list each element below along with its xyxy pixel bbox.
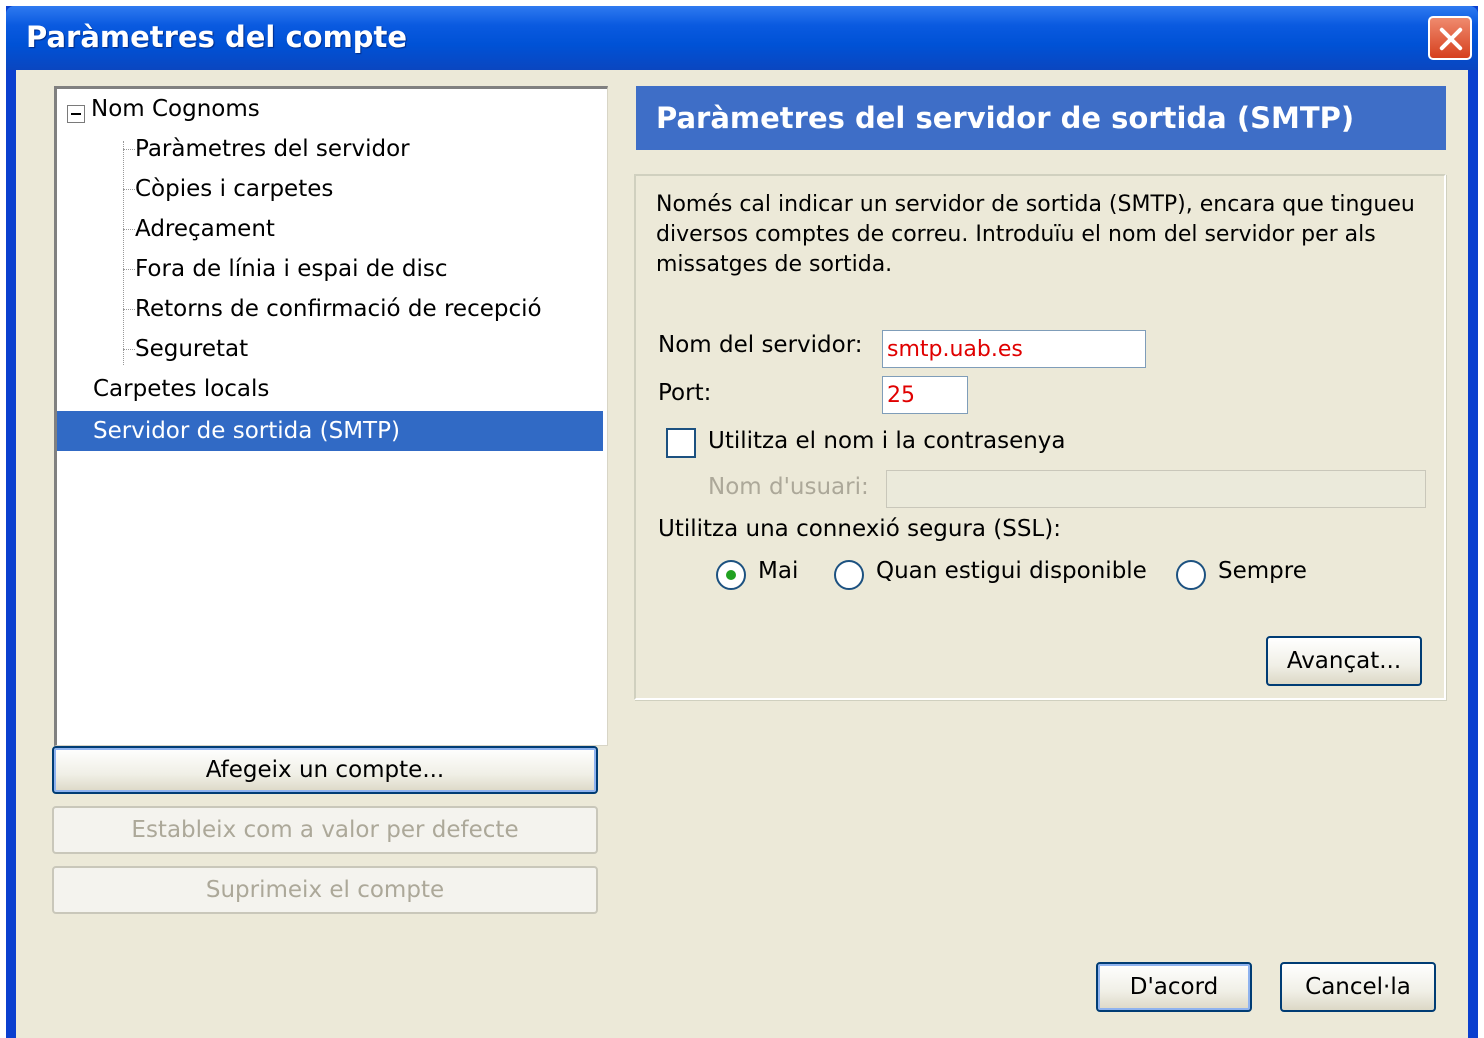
tree-item-return-receipts[interactable]: Retorns de confirmació de recepció — [135, 289, 542, 329]
tree-item-label: Paràmetres del servidor — [135, 136, 410, 162]
ssl-when-available-label: Quan estigui disponible — [876, 558, 1147, 584]
collapse-icon[interactable] — [67, 105, 85, 123]
tree-item-local-folders[interactable]: Carpetes locals — [93, 369, 269, 409]
tree-item-label: Servidor de sortida (SMTP) — [93, 418, 400, 444]
ssl-never-label: Mai — [758, 558, 799, 584]
title-bar[interactable]: Paràmetres del compte — [6, 6, 1478, 70]
server-name-label: Nom del servidor: — [658, 332, 863, 358]
tree-item-copies-folders[interactable]: Còpies i carpetes — [135, 169, 333, 209]
tree-connector — [123, 189, 135, 190]
add-account-button[interactable]: Afegeix un compte... — [52, 746, 598, 794]
tree-item-label: Còpies i carpetes — [135, 176, 334, 202]
tree-connector — [123, 309, 135, 310]
tree-item-label: Adreçament — [135, 216, 275, 242]
tree-connector — [123, 349, 135, 350]
panel-header: Paràmetres del servidor de sortida (SMTP… — [636, 86, 1446, 150]
button-label: Suprimeix el compte — [205, 877, 445, 903]
ssl-label: Utilitza una connexió segura (SSL): — [658, 516, 1061, 542]
tree-item-label: Seguretat — [135, 336, 249, 362]
port-label: Port: — [658, 380, 712, 406]
description-text: Només cal indicar un servidor de sortida… — [656, 192, 1415, 277]
advanced-button[interactable]: Avançat... — [1266, 636, 1422, 686]
button-label: Cancel·la — [1305, 974, 1411, 1000]
tree-connector — [123, 269, 135, 270]
ssl-always-label: Sempre — [1218, 558, 1307, 584]
smtp-settings-group: Només cal indicar un servidor de sortida… — [634, 174, 1446, 700]
tree-item-smtp[interactable]: Servidor de sortida (SMTP) — [57, 411, 603, 451]
button-label: Estableix com a valor per defecte — [131, 817, 519, 843]
server-name-input[interactable] — [882, 330, 1146, 368]
username-label: Nom d'usuari: — [708, 474, 869, 500]
tree-item-label: Carpetes locals — [93, 376, 270, 402]
ok-button[interactable]: D'acord — [1096, 962, 1252, 1012]
tree-connector — [123, 141, 124, 365]
tree-item-label: Retorns de confirmació de recepció — [135, 296, 542, 322]
cancel-button[interactable]: Cancel·la — [1280, 962, 1436, 1012]
close-icon[interactable] — [1428, 16, 1472, 60]
button-label: D'acord — [1129, 974, 1219, 1000]
tree-item-label: Fora de línia i espai de disc — [135, 256, 448, 282]
use-auth-checkbox[interactable] — [666, 428, 696, 458]
tree-connector — [123, 149, 135, 150]
tree-connector — [123, 229, 135, 230]
use-auth-label: Utilitza el nom i la contrasenya — [708, 428, 1066, 454]
account-settings-dialog: Paràmetres del compte Nom Cognoms Paràme… — [6, 6, 1478, 1038]
tree-item-security[interactable]: Seguretat — [135, 329, 248, 369]
set-default-button[interactable]: Estableix com a valor per defecte — [52, 806, 598, 854]
username-input[interactable] — [886, 470, 1426, 508]
delete-account-button[interactable]: Suprimeix el compte — [52, 866, 598, 914]
ssl-never-radio[interactable] — [716, 560, 746, 590]
window-title: Paràmetres del compte — [26, 20, 408, 54]
tree-item-server-settings[interactable]: Paràmetres del servidor — [135, 129, 410, 169]
ssl-when-available-radio[interactable] — [834, 560, 864, 590]
port-input[interactable] — [882, 376, 968, 414]
account-tree[interactable]: Nom Cognoms Paràmetres del servidor Còpi… — [54, 86, 608, 746]
tree-item-addressing[interactable]: Adreçament — [135, 209, 275, 249]
ssl-always-radio[interactable] — [1176, 560, 1206, 590]
button-label: Afegeix un compte... — [205, 757, 445, 783]
tree-item-account[interactable]: Nom Cognoms — [91, 89, 260, 129]
button-label: Avançat... — [1286, 648, 1402, 674]
tree-item-label: Nom Cognoms — [91, 96, 260, 122]
tree-item-offline-disk[interactable]: Fora de línia i espai de disc — [135, 249, 447, 289]
